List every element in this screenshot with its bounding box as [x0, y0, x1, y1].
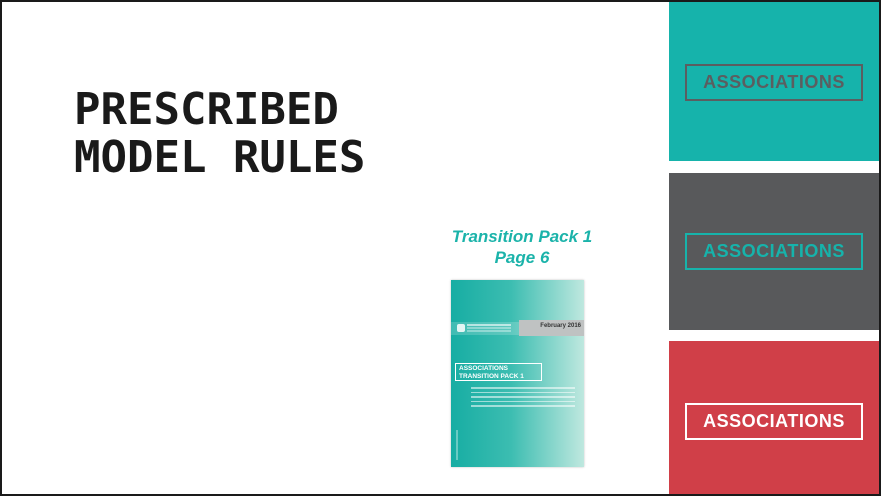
- reference-note-line-2: Page 6: [494, 248, 550, 267]
- slide: PRESCRIBED MODEL RULES Transition Pack 1…: [0, 0, 881, 496]
- cover-side-text: [456, 430, 458, 460]
- associations-panel-teal: ASSOCIATIONS: [669, 2, 879, 161]
- slide-title-line-2: MODEL RULES: [74, 132, 366, 183]
- associations-panel-red: ASSOCIATIONS: [669, 341, 879, 494]
- associations-badge-teal: ASSOCIATIONS: [685, 64, 863, 101]
- slide-title-line-1: PRESCRIBED: [74, 84, 339, 135]
- cover-body-text-lines: [471, 387, 575, 411]
- associations-badge-gray: ASSOCIATIONS: [685, 233, 863, 270]
- slide-title: PRESCRIBED MODEL RULES: [74, 86, 534, 182]
- government-crest-icon: [457, 324, 465, 332]
- associations-badge-red: ASSOCIATIONS: [685, 403, 863, 440]
- cover-date: February 2016: [540, 323, 581, 329]
- associations-panel-gray: ASSOCIATIONS: [669, 173, 879, 330]
- cover-label: ASSOCIATIONS TRANSITION PACK 1: [455, 363, 542, 381]
- reference-note: Transition Pack 1 Page 6: [412, 226, 632, 268]
- cover-label-line-1: ASSOCIATIONS: [459, 365, 508, 372]
- reference-note-line-1: Transition Pack 1: [451, 227, 593, 246]
- cover-label-line-2: TRANSITION PACK 1: [459, 372, 524, 380]
- cover-government-text-lines: [467, 324, 511, 326]
- transition-pack-cover-image: February 2016 ASSOCIATIONS TRANSITION PA…: [451, 280, 584, 467]
